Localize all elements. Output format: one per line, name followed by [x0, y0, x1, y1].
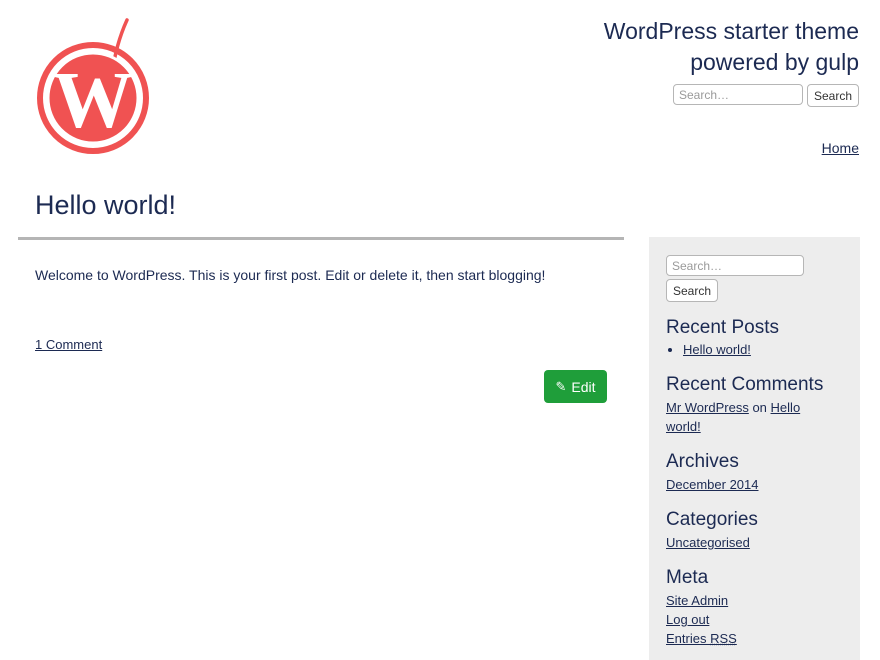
category-link[interactable]: Uncategorised — [666, 533, 844, 552]
list-item: Log out — [666, 610, 844, 629]
archive-link[interactable]: December 2014 — [666, 475, 844, 494]
comment-connector: on — [752, 400, 767, 415]
widget-recent-posts: Recent Posts Hello world! — [666, 316, 844, 359]
site-title-line-1: WordPress starter theme — [603, 18, 859, 44]
rss-abbr: RSS — [710, 631, 737, 646]
meta-title: Meta — [666, 567, 709, 588]
comment-post-link-line-2: world! — [666, 419, 701, 434]
comments-link[interactable]: 1 Comment — [35, 337, 102, 352]
entries-rss-link[interactable]: Entries RSS — [666, 631, 737, 646]
post-title[interactable]: Hello world! — [35, 190, 176, 221]
comment-author-link[interactable]: Mr WordPress — [666, 400, 749, 415]
nav-item-home[interactable]: Home — [822, 140, 859, 156]
list-item: Hello world! — [683, 341, 844, 359]
recent-posts-title: Recent Posts — [666, 317, 779, 338]
post-body: Welcome to WordPress. This is your first… — [35, 267, 546, 283]
comment-post-link-line-1: Hello — [770, 400, 801, 415]
archives-title: Archives — [666, 451, 739, 472]
widget-meta: Meta Site Admin Log out Entries RSS — [666, 566, 844, 648]
edit-label: Edit — [571, 378, 596, 395]
entries-rss-prefix: Entries — [666, 631, 711, 646]
widget-recent-comments: Recent Comments Mr WordPress on Hello wor… — [666, 373, 844, 436]
page: W WordPress starter theme powered by gul… — [0, 0, 880, 660]
edit-post-button[interactable]: ✎ Edit — [544, 370, 607, 403]
sidebar-search-input[interactable] — [666, 255, 804, 276]
site-admin-link[interactable]: Site Admin — [666, 593, 728, 608]
recent-comments-title: Recent Comments — [666, 374, 824, 395]
site-title-line-2: powered by gulp — [690, 49, 859, 75]
site-title[interactable]: WordPress starter theme powered by gulp — [539, 16, 859, 78]
recent-posts-list: Hello world! — [666, 341, 844, 359]
list-item: Site Admin — [666, 591, 844, 610]
sidebar-search-button[interactable]: Search — [666, 279, 719, 302]
widget-archives: Archives December 2014 — [666, 450, 844, 494]
list-item: Entries RSS — [666, 629, 844, 648]
header-search-button[interactable]: Search — [806, 84, 859, 107]
widget-categories: Categories Uncategorised — [666, 508, 844, 552]
site-logo[interactable]: W — [34, 14, 154, 159]
categories-title: Categories — [666, 509, 758, 530]
pencil-icon: ✎ — [555, 378, 567, 394]
sidebar: Search Recent Posts Hello world! Recent … — [649, 237, 860, 660]
wordpress-cherry-logo-icon: W — [37, 18, 149, 154]
recent-comment-entry: Mr WordPress on Hello world! — [666, 398, 844, 436]
recent-post-link[interactable]: Hello world! — [683, 342, 751, 357]
meta-list: Site Admin Log out Entries RSS — [666, 591, 844, 648]
log-out-link[interactable]: Log out — [666, 612, 709, 627]
header-search-input[interactable] — [672, 84, 803, 105]
content-divider — [18, 237, 624, 240]
header-search-form: Search — [672, 84, 859, 107]
sidebar-search-form: Search — [666, 255, 844, 302]
